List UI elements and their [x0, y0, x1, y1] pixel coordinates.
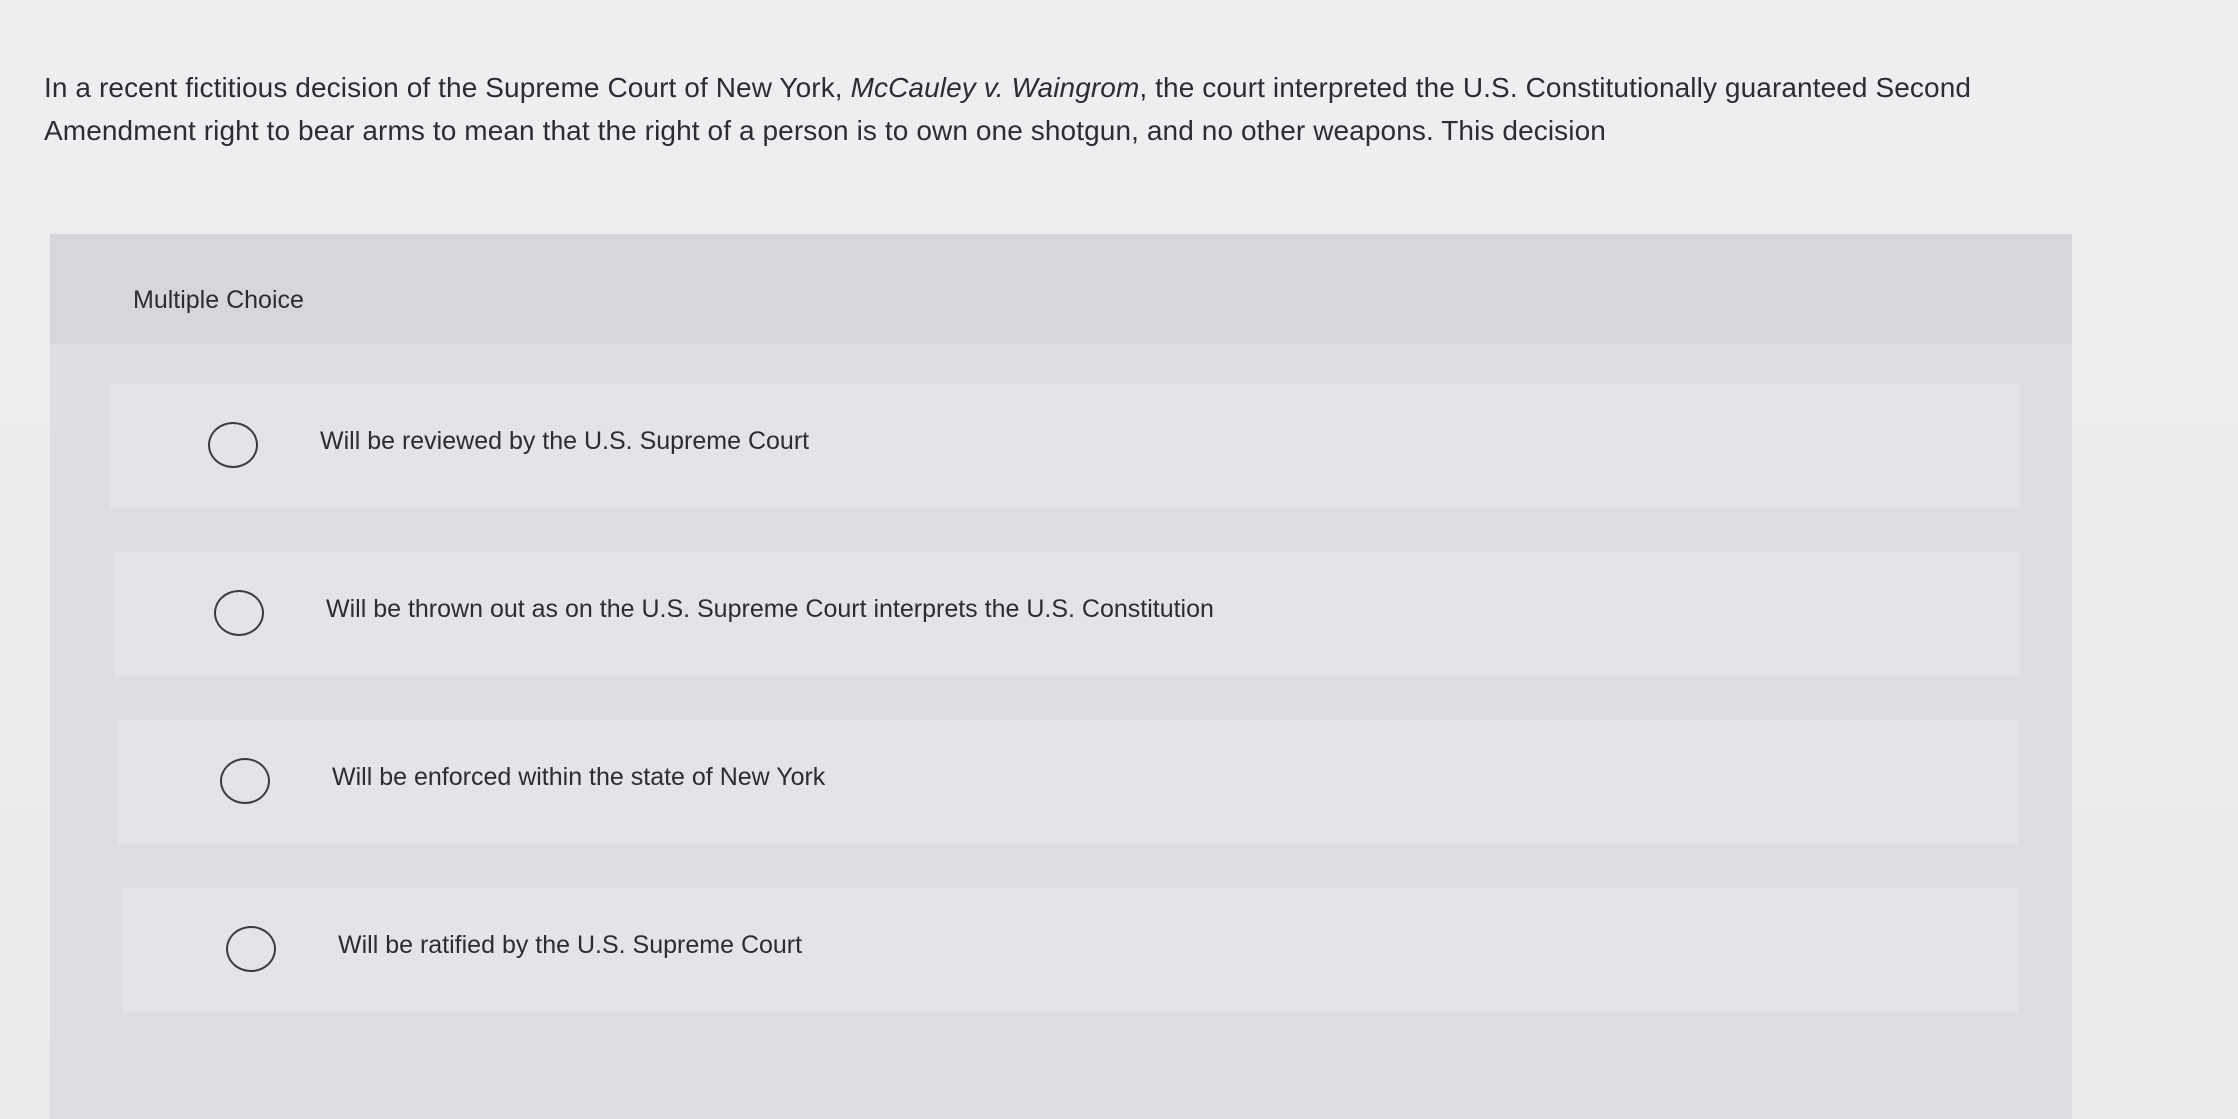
question-text-before: In a recent fictitious decision of the S… [44, 72, 851, 103]
radio-button-icon[interactable] [208, 422, 258, 468]
answer-option-4[interactable]: Will be ratified by the U.S. Supreme Cou… [122, 888, 2018, 1012]
page: In a recent fictitious decision of the S… [0, 0, 2238, 1119]
answer-option-3[interactable]: Will be enforced within the state of New… [118, 720, 2018, 844]
multiple-choice-header: Multiple Choice [50, 234, 2072, 344]
question-prompt: In a recent fictitious decision of the S… [44, 66, 2004, 152]
answer-option-label: Will be enforced within the state of New… [332, 763, 826, 791]
case-name: McCauley v. Waingrom [850, 72, 1140, 103]
answer-option-label: Will be reviewed by the U.S. Supreme Cou… [320, 427, 810, 455]
answer-option-1[interactable]: Will be reviewed by the U.S. Supreme Cou… [110, 384, 2020, 508]
answer-option-2[interactable]: Will be thrown out as on the U.S. Suprem… [114, 552, 2020, 676]
radio-button-icon[interactable] [214, 590, 264, 636]
multiple-choice-panel: Multiple Choice Will be reviewed by the … [50, 234, 2072, 1119]
radio-button-icon[interactable] [220, 758, 270, 804]
multiple-choice-label: Multiple Choice [133, 286, 304, 314]
radio-button-icon[interactable] [226, 926, 276, 972]
answer-option-label: Will be thrown out as on the U.S. Suprem… [326, 595, 1214, 623]
answer-option-label: Will be ratified by the U.S. Supreme Cou… [338, 931, 803, 959]
